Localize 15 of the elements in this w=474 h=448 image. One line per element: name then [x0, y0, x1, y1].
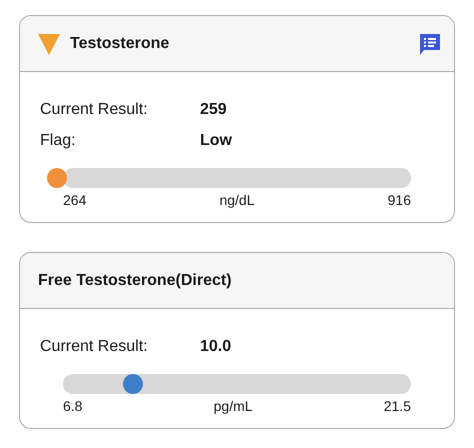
chat-list-icon[interactable]: [418, 32, 442, 56]
range-min: 264: [63, 192, 86, 208]
card-title: Testosterone: [70, 34, 170, 52]
field-label: Flag:: [40, 132, 77, 150]
range-max: 21.5: [384, 398, 411, 414]
range-min: 6.8: [63, 398, 82, 414]
field-label: Current Result:: [40, 100, 149, 118]
field-value: 10.0: [200, 338, 232, 356]
field-label: Current Result:: [40, 338, 149, 356]
field-value: 259: [200, 100, 227, 118]
card-title: Free Testosterone(Direct): [38, 272, 233, 290]
unit-label: ng/dL: [219, 192, 255, 208]
range-max: 916: [388, 192, 411, 208]
unit-label: pg/mL: [214, 398, 253, 414]
field-value: Low: [200, 132, 232, 150]
